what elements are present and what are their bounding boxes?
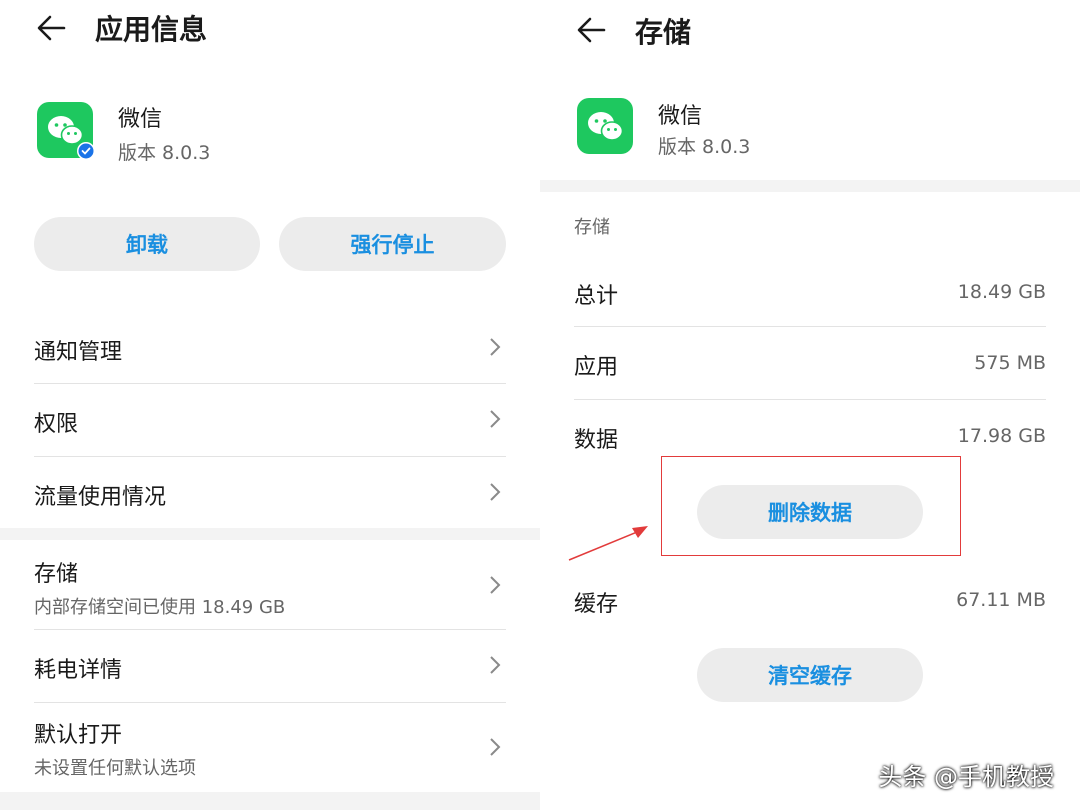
list-item-label: 存储	[34, 562, 79, 587]
chevron-right-icon	[490, 410, 501, 428]
back-arrow-icon[interactable]	[574, 12, 610, 48]
storage-total-row: 总计 18.49 GB	[574, 262, 1046, 326]
storage-value: 18.49 GB	[957, 281, 1046, 303]
section-separator	[540, 180, 1080, 192]
storage-section-label: 存储	[574, 217, 610, 238]
chevron-right-icon	[490, 738, 501, 756]
data-usage-item[interactable]: 流量使用情况	[34, 457, 506, 527]
annotation-arrow-icon	[568, 526, 648, 561]
storage-value: 17.98 GB	[957, 425, 1046, 447]
app-info-screen: 应用信息 微信 版本 8.0.3 卸载 强行停止 通知管理 权限 流量使用情况 …	[0, 0, 540, 810]
notification-management-item[interactable]: 通知管理	[34, 312, 506, 384]
chevron-right-icon	[490, 576, 501, 594]
chevron-right-icon	[490, 483, 501, 501]
list-item-label: 流量使用情况	[34, 485, 167, 510]
chevron-right-icon	[490, 656, 501, 674]
section-separator	[0, 792, 540, 810]
list-item-label: 权限	[34, 412, 79, 437]
page-title: 存储	[635, 16, 692, 49]
storage-item[interactable]: 存储 内部存储空间已使用 18.49 GB	[34, 540, 506, 629]
list-item-subtitle: 未设置任何默认选项	[34, 758, 196, 779]
section-separator	[0, 528, 540, 540]
force-stop-button[interactable]: 强行停止	[279, 217, 506, 271]
app-version: 版本 8.0.3	[658, 136, 751, 158]
storage-screen: 存储 微信 版本 8.0.3 存储 总计 18.49 GB 应用 575 MB …	[540, 0, 1080, 810]
chevron-right-icon	[490, 338, 501, 356]
storage-label: 数据	[574, 428, 619, 453]
storage-value: 67.11 MB	[956, 589, 1046, 611]
uninstall-button[interactable]: 卸载	[34, 217, 260, 271]
battery-usage-item[interactable]: 耗电详情	[34, 630, 506, 702]
storage-app-row: 应用 575 MB	[574, 327, 1046, 399]
storage-cache-row: 缓存 67.11 MB	[574, 564, 1046, 636]
wechat-app-icon	[577, 98, 633, 154]
list-item-label: 耗电详情	[34, 658, 123, 683]
app-name: 微信	[658, 104, 703, 129]
app-name: 微信	[118, 107, 163, 132]
storage-label: 应用	[574, 355, 619, 380]
storage-label: 缓存	[574, 592, 619, 617]
app-version: 版本 8.0.3	[118, 142, 211, 164]
clear-cache-button[interactable]: 清空缓存	[697, 648, 923, 702]
watermark: 头条 @手机教授	[878, 763, 1054, 791]
back-arrow-icon[interactable]	[34, 10, 70, 46]
list-item-label: 默认打开	[34, 723, 123, 748]
storage-label: 总计	[574, 284, 619, 309]
list-item-label: 通知管理	[34, 340, 123, 365]
list-item-subtitle: 内部存储空间已使用 18.49 GB	[34, 597, 286, 618]
page-title: 应用信息	[95, 13, 208, 46]
open-by-default-item[interactable]: 默认打开 未设置任何默认选项	[34, 703, 506, 791]
permissions-item[interactable]: 权限	[34, 384, 506, 456]
verified-badge-icon	[77, 142, 95, 160]
storage-value: 575 MB	[974, 352, 1046, 374]
highlight-box	[661, 456, 961, 556]
